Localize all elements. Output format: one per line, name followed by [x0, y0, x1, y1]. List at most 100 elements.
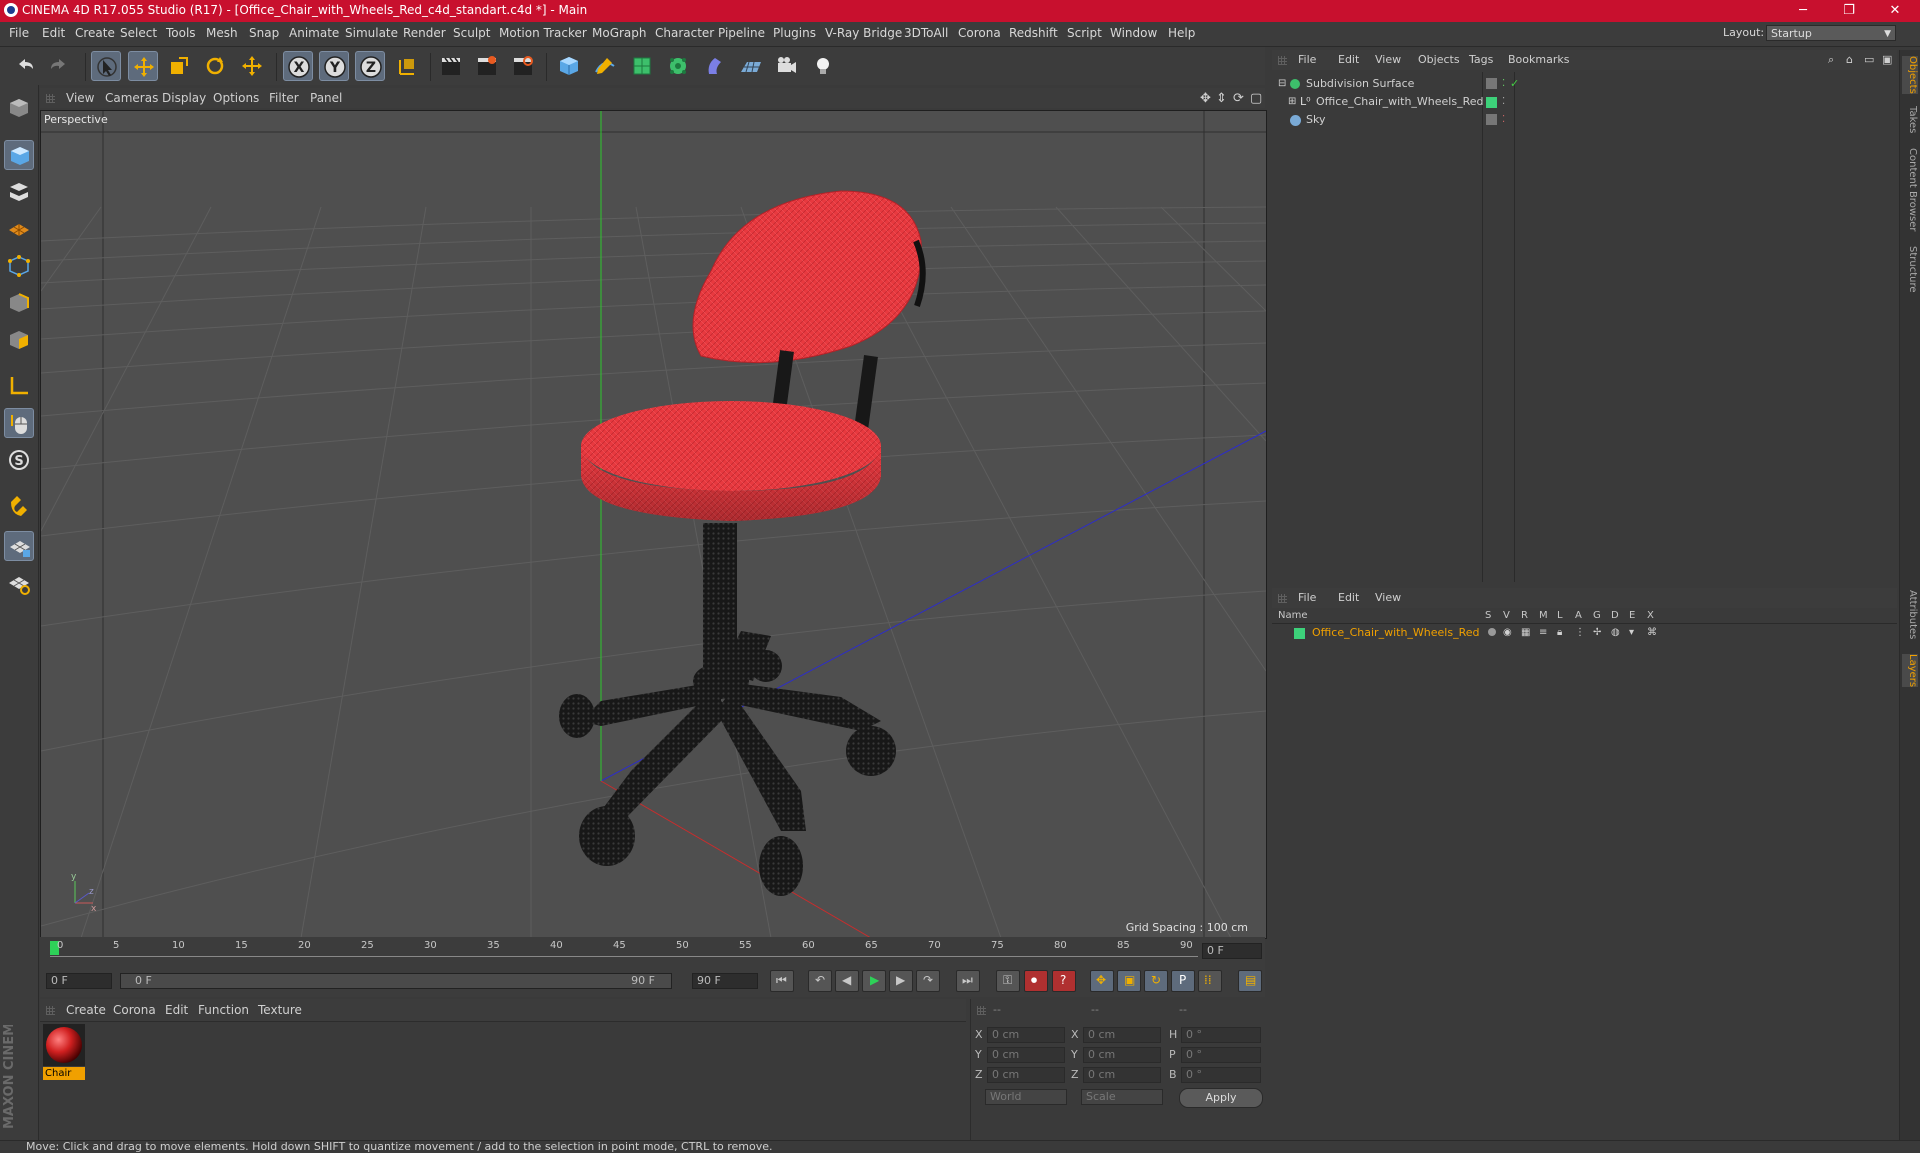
- scale-tool-button[interactable]: [164, 51, 194, 81]
- position-z-field[interactable]: 0 cm: [987, 1067, 1065, 1083]
- layer-color-swatch[interactable]: [1486, 97, 1497, 108]
- goto-next-key-button[interactable]: ↷: [916, 970, 940, 992]
- objects-menu-tags[interactable]: Tags: [1469, 53, 1493, 66]
- layer-tag-icon[interactable]: [1486, 114, 1497, 125]
- viewport-menu-cameras[interactable]: Cameras: [105, 91, 158, 105]
- workplane-mode-button[interactable]: [4, 213, 34, 243]
- expression-icon[interactable]: ▾: [1629, 624, 1634, 642]
- tweak-mode-button[interactable]: [4, 408, 34, 438]
- z-axis-lock-button[interactable]: Z: [355, 51, 385, 81]
- render-view-button[interactable]: [436, 51, 466, 81]
- layer-row[interactable]: Office_Chair_with_Wheels_Red ◉ ▦ ≡ 🔒︎ ⋮ …: [1272, 624, 1897, 642]
- cloner-button[interactable]: [663, 51, 693, 81]
- animation-icon[interactable]: ⋮: [1575, 624, 1585, 642]
- rotation-p-field[interactable]: 0 °: [1181, 1047, 1261, 1063]
- timeline-window-button[interactable]: ▤: [1238, 970, 1262, 992]
- keyframe-selection-button[interactable]: ?: [1052, 970, 1076, 992]
- points-mode-button[interactable]: [4, 251, 34, 281]
- menu-animate[interactable]: Animate: [289, 26, 339, 40]
- menu-3dtoall[interactable]: 3DToAll: [904, 26, 948, 40]
- current-frame-field[interactable]: 0 F: [1202, 943, 1262, 959]
- light-button[interactable]: [808, 51, 838, 81]
- menu-help[interactable]: Help: [1168, 26, 1195, 40]
- position-y-field[interactable]: 0 cm: [987, 1047, 1065, 1063]
- objects-menu-file[interactable]: File: [1298, 53, 1316, 66]
- axis-mode-button[interactable]: [4, 371, 34, 401]
- menu-pipeline[interactable]: Pipeline: [718, 26, 765, 40]
- menu-plugins[interactable]: Plugins: [773, 26, 816, 40]
- timeline-ruler[interactable]: 0 5 10 15 20 25 30 35 40 45 50 55 60 65 …: [40, 937, 1265, 965]
- visibility-dots-icon[interactable]: ⁚: [1502, 93, 1505, 111]
- 3d-viewport[interactable]: Perspective y z x Grid Spacing: 100 cm: [40, 110, 1267, 939]
- menu-script[interactable]: Script: [1067, 26, 1102, 40]
- start-frame-field[interactable]: 0 F: [46, 973, 112, 989]
- make-editable-button[interactable]: [4, 93, 34, 123]
- coordinate-system-button[interactable]: [392, 51, 422, 81]
- close-button[interactable]: ✕: [1872, 0, 1918, 22]
- key-scale-button[interactable]: ▣: [1117, 970, 1141, 992]
- lock-icon[interactable]: 🔒︎: [1557, 624, 1562, 642]
- deformer-icon[interactable]: ◍: [1611, 624, 1620, 642]
- rotate-tool-button[interactable]: [200, 51, 230, 81]
- tab-layers[interactable]: Layers: [1902, 654, 1918, 688]
- viewport-dolly-icon[interactable]: ⇕: [1216, 91, 1227, 106]
- subdivision-surface-button[interactable]: [627, 51, 657, 81]
- menu-snap[interactable]: Snap: [249, 26, 279, 40]
- material-menu-corona[interactable]: Corona: [113, 1003, 156, 1017]
- viewport-menu-panel[interactable]: Panel: [310, 91, 342, 105]
- model-mode-button[interactable]: [4, 140, 34, 170]
- generator-icon[interactable]: ✢: [1593, 624, 1601, 642]
- minimize-button[interactable]: ─: [1780, 0, 1826, 22]
- menu-edit[interactable]: Edit: [42, 26, 65, 40]
- menu-sculpt[interactable]: Sculpt: [453, 26, 490, 40]
- viewport-menu-view[interactable]: View: [66, 91, 94, 105]
- tab-structure[interactable]: Structure: [1902, 246, 1918, 293]
- object-row[interactable]: ⊞ L⁰ Office_Chair_with_Wheels_Red ⁚: [1272, 93, 1897, 111]
- menu-motion-tracker[interactable]: Motion Tracker: [499, 26, 587, 40]
- search-icon[interactable]: ⌕: [1828, 53, 1834, 67]
- tab-takes[interactable]: Takes: [1902, 106, 1918, 133]
- viewport-maximize-icon[interactable]: ▢: [1250, 91, 1262, 106]
- viewport-menu-filter[interactable]: Filter: [269, 91, 299, 105]
- object-row[interactable]: Sky ⁚: [1272, 111, 1897, 129]
- visibility-dots-icon[interactable]: ⁚: [1502, 111, 1505, 129]
- live-move-button[interactable]: [237, 51, 267, 81]
- material-chair[interactable]: Chair: [43, 1024, 85, 1080]
- chair-model[interactable]: [559, 190, 926, 896]
- collapse-icon[interactable]: ⊟: [1278, 75, 1286, 93]
- layer-tag-icon[interactable]: [1486, 78, 1497, 89]
- layout-select[interactable]: Startup ▼: [1766, 25, 1896, 41]
- home-icon[interactable]: ⌂: [1846, 53, 1853, 66]
- menu-render[interactable]: Render: [403, 26, 446, 40]
- menu-mesh[interactable]: Mesh: [206, 26, 238, 40]
- polygons-mode-button[interactable]: [4, 325, 34, 355]
- menu-create[interactable]: Create: [75, 26, 115, 40]
- material-menu-texture[interactable]: Texture: [258, 1003, 302, 1017]
- planar-workplane-button[interactable]: [4, 568, 34, 598]
- apply-button[interactable]: Apply: [1179, 1088, 1263, 1108]
- key-pla-button[interactable]: ⁞⁞: [1198, 970, 1222, 992]
- snap-button[interactable]: [4, 491, 34, 521]
- edges-mode-button[interactable]: [4, 288, 34, 318]
- objects-menu-bookmarks[interactable]: Bookmarks: [1508, 53, 1569, 66]
- key-parameter-button[interactable]: P: [1171, 970, 1195, 992]
- pen-spline-button[interactable]: [590, 51, 620, 81]
- layer-color-swatch[interactable]: [1294, 628, 1305, 639]
- record-key-button[interactable]: ⚿: [996, 970, 1020, 992]
- rotation-h-field[interactable]: 0 °: [1181, 1027, 1261, 1043]
- size-mode-select[interactable]: Scale: [1081, 1089, 1163, 1105]
- menu-file[interactable]: File: [9, 26, 29, 40]
- x-axis-lock-button[interactable]: X: [283, 51, 313, 81]
- move-tool-button[interactable]: [128, 51, 158, 81]
- edit-render-settings-button[interactable]: [508, 51, 538, 81]
- solo-button[interactable]: S: [4, 445, 34, 475]
- cube-primitive-button[interactable]: [554, 51, 584, 81]
- goto-end-button[interactable]: ⏭: [956, 970, 980, 992]
- menu-redshift[interactable]: Redshift: [1009, 26, 1058, 40]
- size-z-field[interactable]: 0 cm: [1083, 1067, 1161, 1083]
- size-y-field[interactable]: 0 cm: [1083, 1047, 1161, 1063]
- maximize-panel-icon[interactable]: ▣: [1882, 53, 1892, 66]
- menu-corona[interactable]: Corona: [958, 26, 1001, 40]
- enabled-check-icon[interactable]: ✓: [1510, 75, 1519, 93]
- tab-content-browser[interactable]: Content Browser: [1902, 148, 1918, 231]
